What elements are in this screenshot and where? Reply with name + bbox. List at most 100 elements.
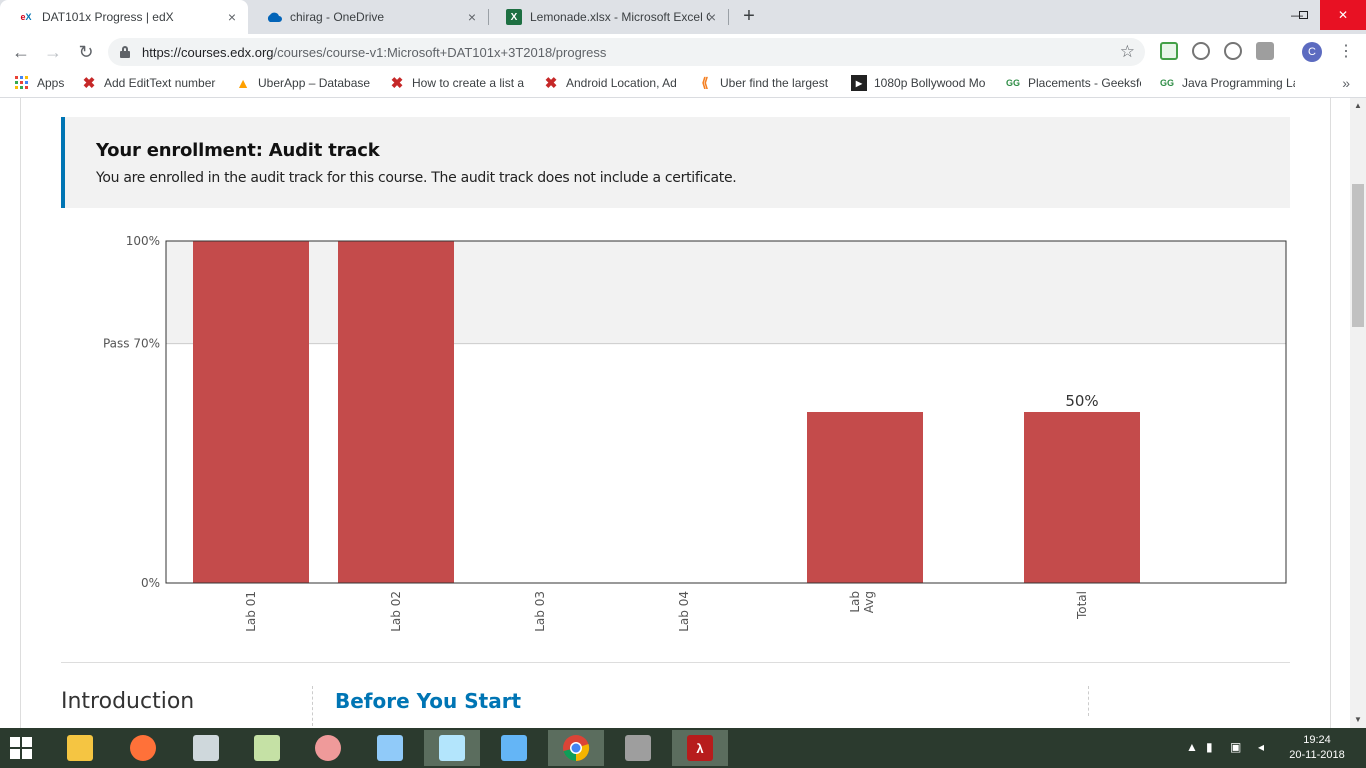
firebase-icon: ▲ — [236, 75, 250, 91]
windows-start-icon[interactable] — [10, 737, 32, 759]
file-explorer-icon[interactable] — [52, 730, 108, 766]
bookmark-android-location[interactable]: ✖ Android Location, Ad — [543, 75, 679, 91]
battery-icon[interactable]: ▮ — [1206, 740, 1213, 754]
notepad-icon[interactable] — [424, 730, 480, 766]
back-arrow-icon[interactable]: ← — [8, 39, 34, 65]
close-icon[interactable]: × — [224, 9, 240, 25]
section-divider — [61, 662, 1290, 663]
column-divider — [1088, 686, 1089, 716]
new-tab-button[interactable]: + — [737, 5, 761, 29]
bookmark-apps[interactable]: Apps — [14, 75, 64, 91]
more-menu-icon[interactable]: ⋮ — [1338, 42, 1354, 62]
sticky-notes-icon[interactable] — [239, 730, 295, 766]
control-panel-icon[interactable] — [486, 730, 542, 766]
address-bar[interactable]: https://courses.edx.org/courses/course-v… — [108, 38, 1145, 66]
firefox-icon[interactable] — [115, 730, 171, 766]
bookmark-label: UberApp – Database — [258, 76, 371, 90]
bookmark-placements[interactable]: GG Placements - Geeksfc — [1005, 75, 1141, 91]
y-tick-label: Pass 70% — [103, 337, 160, 351]
tab-separator — [728, 9, 729, 25]
bookmark-label: 1080p Bollywood Mo — [874, 76, 986, 90]
bar-lab-02 — [338, 241, 454, 583]
close-icon[interactable]: × — [704, 9, 720, 25]
windows-taskbar: λ ▲ ▮ ▣ ◂ 19:24 20-11-2018 — [0, 728, 1366, 768]
bookmark-add-edittext[interactable]: ✖ Add EditText number — [81, 75, 221, 91]
page-border — [20, 98, 21, 728]
signal-icon[interactable]: ▣ — [1230, 740, 1241, 754]
bookmark-label: Android Location, Ad — [566, 76, 677, 90]
x-tick-label: Lab 04 — [677, 591, 691, 632]
bookmark-create-list[interactable]: ✖ How to create a list a — [389, 75, 525, 91]
clock-time: 19:24 — [1303, 734, 1331, 746]
tab-edx-progress[interactable]: eX DAT101x Progress | edX × — [0, 0, 248, 34]
close-icon[interactable]: × — [464, 9, 480, 25]
bookmark-star-icon[interactable]: ☆ — [1120, 42, 1135, 62]
page-border — [1330, 98, 1331, 728]
onedrive-cloud-icon — [266, 9, 282, 25]
system-clock[interactable]: 19:24 20-11-2018 — [1282, 733, 1352, 763]
tab-onedrive[interactable]: chirag - OneDrive × — [248, 0, 488, 34]
subsection-link[interactable]: Before You Start — [335, 689, 521, 713]
edx-favicon-icon: eX — [20, 12, 32, 22]
window-close-button[interactable]: ✕ — [1320, 0, 1366, 30]
bookmark-java[interactable]: GG Java Programming La — [1159, 75, 1295, 91]
bookmark-uber-largest[interactable]: ⟪ Uber find the largest — [697, 75, 831, 91]
bar-lab-avg — [807, 412, 923, 583]
x-logo-icon: ✖ — [390, 75, 404, 91]
y-tick-label: 0% — [141, 576, 160, 590]
volume-icon[interactable]: ◂ — [1258, 740, 1264, 754]
x-tick-label: Lab 02 — [389, 591, 403, 632]
forward-arrow-icon[interactable]: → — [40, 39, 66, 65]
scroll-down-icon[interactable]: ▼ — [1350, 712, 1366, 728]
tray-expand-icon[interactable]: ▲ — [1186, 740, 1198, 754]
reload-icon[interactable]: ↻ — [73, 39, 99, 65]
url-domain: https://courses.edx.org — [142, 45, 274, 60]
bookmark-uberapp[interactable]: ▲ UberApp – Database — [235, 75, 371, 91]
calculator-icon[interactable] — [362, 730, 418, 766]
bookmark-bollywood[interactable]: ▶ 1080p Bollywood Mo — [851, 75, 987, 91]
wall-icon[interactable] — [610, 730, 666, 766]
chrome-icon[interactable] — [548, 730, 604, 766]
acrobat-icon[interactable]: λ — [672, 730, 728, 766]
geeksforgeeks-icon: GG — [1005, 78, 1020, 88]
x-logo-icon: ✖ — [82, 75, 96, 91]
url-text: https://courses.edx.org/courses/course-v… — [142, 45, 606, 60]
x-tick-label: Lab 03 — [533, 591, 547, 632]
tab-title: Lemonade.xlsx - Microsoft Excel O — [530, 10, 710, 24]
data-label: 50% — [1065, 392, 1098, 410]
scroll-thumb[interactable] — [1352, 184, 1364, 327]
excel-icon: X — [506, 9, 522, 25]
apps-grid-icon — [14, 75, 30, 91]
url-path: /courses/course-v1:Microsoft+DAT101x+3T2… — [273, 45, 607, 60]
search-extension-icon[interactable] — [1224, 42, 1242, 60]
bar-lab-01 — [193, 241, 309, 583]
play-icon: ▶ — [851, 75, 867, 91]
bookmark-label: Uber find the largest — [720, 76, 829, 90]
tab-excel[interactable]: X Lemonade.xlsx - Microsoft Excel O × — [488, 0, 728, 34]
tab-title: chirag - OneDrive — [290, 10, 385, 24]
gray-extension-icon[interactable] — [1256, 42, 1274, 60]
bookmark-label: Java Programming La — [1182, 76, 1295, 90]
bookmark-label: Add EditText number — [104, 76, 216, 90]
bookmarks-overflow-icon[interactable]: » — [1342, 75, 1350, 91]
page-viewport: Your enrollment: Audit track You are enr… — [0, 98, 1350, 728]
bookmark-label: How to create a list a — [412, 76, 525, 90]
stackoverflow-icon: ⟪ — [701, 75, 709, 90]
y-tick-label: 100% — [126, 234, 160, 248]
scroll-up-icon[interactable]: ▲ — [1350, 98, 1366, 114]
x-tick-label: Lab 01 — [244, 591, 258, 632]
bar-total — [1024, 412, 1140, 583]
bookmarks-bar: Apps ✖ Add EditText number ▲ UberApp – D… — [0, 70, 1366, 98]
enrollment-banner: Your enrollment: Audit track You are enr… — [61, 117, 1290, 208]
cycle-extension-icon[interactable] — [1192, 42, 1210, 60]
section-title: Introduction — [61, 689, 195, 714]
profile-avatar[interactable]: C — [1302, 42, 1322, 62]
snipping-tool-icon[interactable] — [300, 730, 356, 766]
bookmark-label: Placements - Geeksfc — [1028, 76, 1141, 90]
column-divider — [312, 686, 313, 726]
vertical-scrollbar[interactable]: ▲ ▼ — [1350, 98, 1366, 728]
task-manager-icon[interactable] — [178, 730, 234, 766]
save-extension-icon[interactable] — [1160, 42, 1178, 60]
enrollment-message: You are enrolled in the audit track for … — [96, 170, 737, 186]
tab-strip: eX DAT101x Progress | edX × chirag - One… — [0, 0, 1366, 34]
